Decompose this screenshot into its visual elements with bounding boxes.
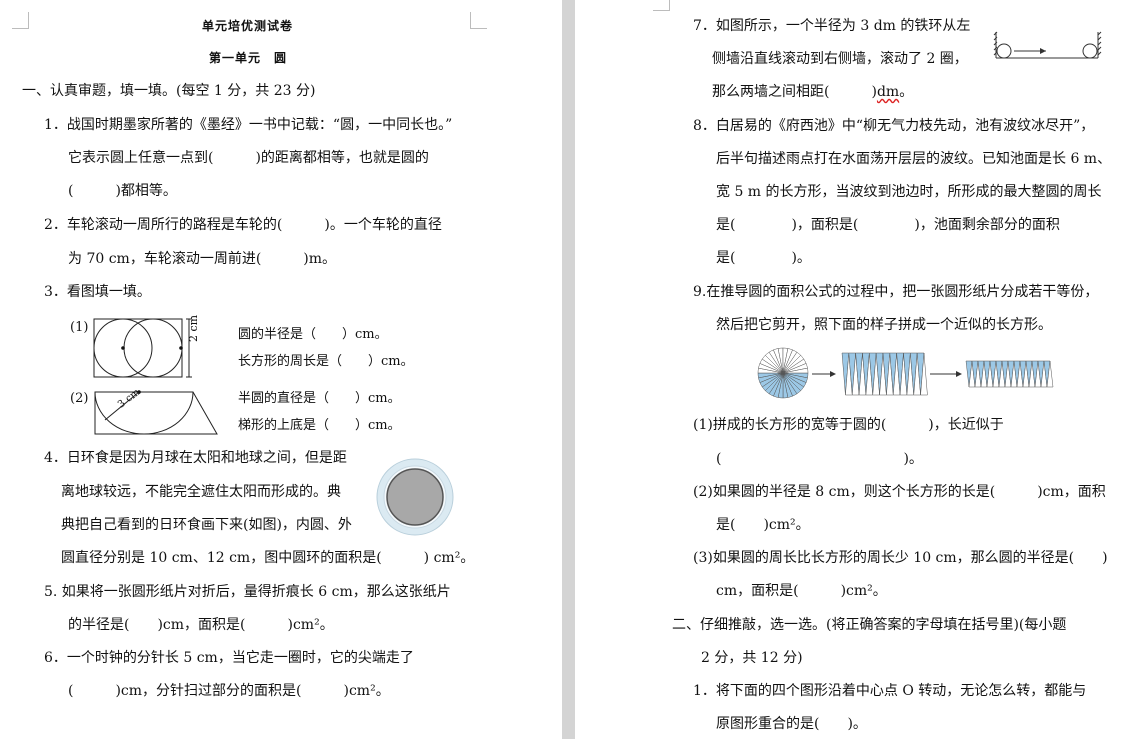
question-9-line: 然后把它剪开，照下面的样子拼成一个近似的长方形。 — [716, 317, 1052, 333]
page-corner-mark — [653, 0, 670, 11]
question-9-3-line: (3)如果圆的周长比长方形的周长少 10 cm，那么圆的半径是( ) — [693, 550, 1108, 566]
question-4-line: 离地球较远，不能完全遮住太阳而形成的。典 — [61, 484, 341, 500]
question-8-line: 宽 5 m 的长方形，当波纹到池边时，所形成的最大整圆的周长 — [716, 184, 1102, 200]
question-3-line: 梯形的上底是（ ）cm。 — [238, 418, 401, 433]
section-heading: 一、认真审题，填一填。(每空 1 分，共 23 分) — [22, 83, 316, 99]
question-9-3-line: cm，面积是( )cm²。 — [716, 583, 887, 599]
question-3-line: 半圆的直径是（ ）cm。 — [238, 391, 401, 406]
section-heading: 二、仔细推敲，选一选。(将正确答案的字母填在括号里)(每小题 — [672, 617, 1067, 633]
question-9-1-line: (1)拼成的长方形的宽等于圆的( )，长近似于 — [693, 417, 1004, 433]
question-1-line: ( )都相等。 — [68, 183, 177, 199]
question-8-line: 是( )，面积是( )，池面剩余部分的面积 — [716, 217, 1060, 233]
question-9-1-line: ( )。 — [716, 451, 923, 467]
page-corner-mark — [12, 12, 29, 29]
question-4-line: 典把自己看到的日环食画下来(如图)，内圆、外 — [61, 517, 352, 533]
two-circles-rectangle-figure — [93, 318, 192, 378]
question-6-line: ( )cm，分针扫过部分的面积是( )cm²。 — [68, 683, 390, 699]
figure-label: (2) — [70, 391, 89, 406]
semicircle-trapezoid-figure — [94, 390, 218, 435]
question-5-line: 的半径是( )cm，面积是( )cm²。 — [68, 617, 334, 633]
rolling-ring-figure — [993, 31, 1102, 59]
question-4-line: 4．日环食是因为月球在太阳和地球之间，但是距 — [44, 450, 347, 466]
document-page-right: 7．如图所示，一个半径为 3 dm 的铁环从左 侧墙沿直线滚动到右侧墙，滚动了 … — [575, 0, 1142, 739]
section-2-question-1-line: 1．将下面的四个图形沿着中心点 O 转动，无论怎么转，都能与 — [693, 683, 1087, 699]
question-2-line: 2．车轮滚动一周所行的路程是车轮的( )。一个车轮的直径 — [44, 217, 442, 233]
question-1-line: 它表示圆上任意一点到( )的距离都相等，也就是圆的 — [68, 150, 429, 166]
figure-label: (1) — [70, 320, 89, 335]
page-corner-mark — [470, 12, 487, 29]
page-gutter — [562, 0, 575, 739]
question-9-line: 9.在推导圆的面积公式的过程中，把一张圆形纸片分成若干等份， — [693, 284, 1099, 300]
question-9-2-line: 是( )cm²。 — [716, 517, 810, 533]
question-6-line: 6．一个时钟的分针长 5 cm，当它走一圈时，它的尖端走了 — [44, 650, 414, 666]
question-8-line: 后半句描述雨点打在水面荡开层层的波纹。已知池面是长 6 m、 — [716, 151, 1112, 167]
question-1-line: 1．战国时期墨家所著的《墨经》一书中记载：“圆，一中同长也。” — [44, 117, 453, 133]
question-3-line: 长方形的周长是（ ）cm。 — [238, 354, 414, 369]
question-7-line: 7．如图所示，一个半径为 3 dm 的铁环从左 — [693, 18, 971, 34]
exam-title: 单元培优测试卷 — [202, 19, 294, 33]
question-7-line: 那么两墙之间相距( )dm。 — [712, 84, 914, 100]
question-9-2-line: (2)如果圆的半径是 8 cm，则这个长方形的长是( )cm，面积 — [693, 484, 1106, 500]
document-page-left: 单元培优测试卷 第一单元 圆 一、认真审题，填一填。(每空 1 分，共 23 分… — [0, 0, 562, 739]
question-4-line: 圆直径分别是 10 cm、12 cm，图中圆环的面积是( ) cm²。 — [61, 550, 475, 566]
figure-dimension: 2 cm — [187, 314, 200, 342]
unit-title: 第一单元 圆 — [209, 51, 288, 65]
question-8-line: 是( )。 — [716, 250, 811, 266]
annular-eclipse-image — [376, 458, 454, 536]
section-2-question-1-line: 原图形重合的是( )。 — [716, 716, 867, 732]
question-8-line: 8．白居易的《府西池》中“柳无气力枝先动，池有波纹冰尽开”， — [693, 118, 1095, 134]
question-3-line: 3．看图填一填。 — [44, 284, 151, 300]
question-5-line: 5. 如果将一张圆形纸片对折后，量得折痕长 6 cm，那么这张纸片 — [44, 584, 451, 600]
section-heading: 2 分，共 12 分) — [701, 650, 803, 666]
question-7-line: 侧墙沿直线滚动到右侧墙，滚动了 2 圈， — [712, 51, 968, 67]
circle-to-rectangle-figure — [757, 347, 1054, 399]
question-3-line: 圆的半径是（ ）cm。 — [238, 327, 388, 342]
question-2-line: 为 70 cm，车轮滚动一周前进( )m。 — [68, 251, 337, 267]
